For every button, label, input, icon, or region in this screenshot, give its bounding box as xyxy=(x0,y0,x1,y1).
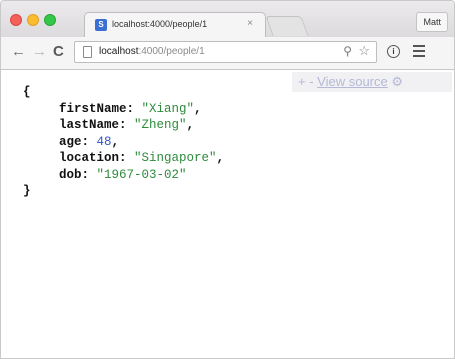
json-key: location xyxy=(59,151,120,165)
browser-window: S localhost:4000/people/1 × Matt ← → C l… xyxy=(0,0,455,359)
tab-title: localhost:4000/people/1 xyxy=(112,19,208,29)
zoom-icon[interactable]: ⚲ xyxy=(343,44,352,58)
json-string-value: "1967-03-02" xyxy=(96,167,187,182)
url-path: :4000/people/1 xyxy=(138,46,205,57)
zoom-window-button[interactable] xyxy=(44,14,56,26)
tab-close-icon[interactable]: × xyxy=(247,18,253,29)
back-icon[interactable]: ← xyxy=(11,43,26,61)
bookmark-star-icon[interactable]: ☆ xyxy=(358,43,370,59)
settings-icon[interactable]: ⚙ xyxy=(391,74,403,89)
json-key: age xyxy=(59,134,82,149)
info-icon[interactable]: i xyxy=(387,45,400,58)
minimize-window-button[interactable] xyxy=(27,14,39,26)
active-tab[interactable]: S localhost:4000/people/1 × xyxy=(84,12,266,37)
json-number-value: 48 xyxy=(96,134,112,149)
json-field-row: age: 48, xyxy=(59,134,120,149)
page-icon xyxy=(83,46,92,58)
json-field-row: lastName: "Zheng", xyxy=(59,118,195,132)
json-document: { firstName: "Xiang", lastName: "Zheng",… xyxy=(23,84,224,200)
json-string-value: "Xiang" xyxy=(141,101,195,116)
page-content: + - View source ⚙ { firstName: "Xiang", … xyxy=(1,70,454,358)
forward-icon[interactable]: → xyxy=(32,43,47,61)
browser-toolbar: ← → C localhost:4000/people/1 ⚲ ☆ i xyxy=(1,37,454,70)
json-string-value: "Singapore" xyxy=(134,151,217,165)
reload-icon[interactable]: C xyxy=(53,43,64,61)
json-field-row: firstName: "Xiang", xyxy=(59,101,202,116)
url-text[interactable]: localhost:4000/people/1 xyxy=(99,46,205,57)
address-bar[interactable]: localhost:4000/people/1 ⚲ ☆ xyxy=(74,41,377,63)
json-key: firstName xyxy=(59,101,127,116)
json-key: dob xyxy=(59,167,82,182)
json-viewer-controls: + - View source ⚙ xyxy=(292,72,452,92)
json-close-brace: } xyxy=(23,184,31,198)
tab-strip: S localhost:4000/people/1 × Matt xyxy=(1,1,454,37)
json-string-value: "Zheng" xyxy=(134,118,187,132)
json-field-row: dob: "1967-03-02" xyxy=(59,167,187,182)
json-open-brace: { xyxy=(23,85,31,99)
close-window-button[interactable] xyxy=(10,14,22,26)
url-host: localhost xyxy=(99,46,139,57)
profile-button[interactable]: Matt xyxy=(416,12,448,32)
collapse-expand-controls[interactable]: + - xyxy=(298,74,314,89)
json-key: lastName xyxy=(59,118,120,132)
json-field-row: location: "Singapore", xyxy=(59,151,225,165)
menu-icon[interactable] xyxy=(413,43,425,60)
new-tab-button[interactable] xyxy=(265,16,309,36)
view-source-link[interactable]: View source xyxy=(317,74,388,89)
favicon-icon: S xyxy=(95,19,107,31)
